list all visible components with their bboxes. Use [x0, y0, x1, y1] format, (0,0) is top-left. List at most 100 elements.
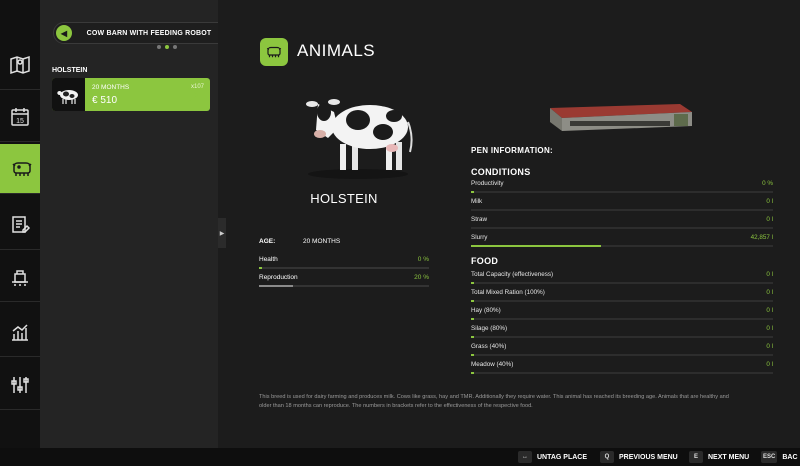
animal-list-item[interactable]: 20 MONTHS € 510 x107 — [52, 78, 210, 111]
hint-label: PREVIOUS MENU — [619, 453, 678, 461]
age-value: 20 MONTHS — [303, 238, 341, 245]
food-row: Silage (80%) 0 l — [471, 325, 773, 338]
previous-menu-hint[interactable]: Q PREVIOUS MENU — [600, 451, 678, 463]
calendar-icon: 15 — [11, 107, 29, 126]
food-bar — [471, 372, 773, 374]
holstein-cow-thumbnail-icon — [56, 89, 78, 104]
food-bar — [471, 300, 773, 302]
hint-label: UNTAG PLACE — [537, 453, 588, 461]
settings-icon — [11, 376, 29, 393]
breed-name: HOLSTEIN — [310, 191, 378, 206]
stat-label: Reproduction — [259, 274, 298, 281]
arrows-key-icon: ↔ — [518, 451, 532, 463]
animal-item-age: 20 MONTHS — [92, 84, 130, 91]
condition-bar — [471, 227, 773, 229]
food-bar — [471, 336, 773, 338]
barn-selector[interactable]: ◀ COW BARN WITH FEEDING ROBOT ▶ — [53, 22, 245, 44]
food-label: Grass (40%) — [471, 343, 507, 350]
menu-rail: 15 — [0, 0, 50, 448]
hint-label: NEXT MENU — [708, 453, 750, 461]
stat-bar — [259, 267, 429, 269]
food-label: Hay (80%) — [471, 307, 501, 314]
animals-section-icon — [260, 38, 288, 66]
animals-menu-button[interactable] — [0, 144, 50, 194]
age-row: AGE: 20 MONTHS — [259, 238, 340, 245]
condition-row: Productivity 0 % — [471, 180, 773, 193]
condition-row: Milk 0 l — [471, 198, 773, 211]
production-menu-button[interactable] — [0, 252, 40, 302]
food-row: Meadow (40%) 0 l — [471, 361, 773, 374]
bar-fill — [471, 245, 601, 247]
food-row: Total Mixed Ration (100%) 0 l — [471, 289, 773, 302]
map-icon — [10, 55, 30, 74]
breed-description: This breed is used for dairy farming and… — [259, 394, 729, 409]
condition-value: 0 l — [766, 216, 773, 223]
condition-value: 0 % — [762, 180, 773, 187]
settings-menu-button[interactable] — [0, 360, 40, 410]
conditions-heading: CONDITIONS — [471, 167, 531, 177]
stat-label: Health — [259, 256, 278, 263]
barn-selector-title: COW BARN WITH FEEDING ROBOT — [86, 29, 212, 37]
condition-bar — [471, 191, 773, 193]
cow-icon — [266, 46, 282, 58]
condition-row: Slurry 42,857 l — [471, 234, 773, 247]
statistics-icon — [12, 323, 28, 341]
condition-label: Productivity — [471, 180, 504, 187]
holstein-cow-image — [306, 99, 413, 179]
contracts-menu-button[interactable] — [0, 200, 40, 250]
condition-bar — [471, 245, 773, 247]
food-label: Total Mixed Ration (100%) — [471, 289, 545, 296]
condition-label: Straw — [471, 216, 488, 223]
q-key-icon: Q — [600, 451, 614, 463]
page-dot[interactable] — [173, 45, 177, 49]
pen-information-heading: PEN INFORMATION: — [471, 146, 553, 155]
bar-fill — [471, 318, 475, 320]
bar-fill — [471, 336, 475, 338]
calendar-menu-button[interactable]: 15 — [0, 92, 40, 142]
food-value: 0 l — [766, 325, 773, 332]
condition-label: Milk — [471, 198, 483, 205]
condition-row: Straw 0 l — [471, 216, 773, 229]
condition-value: 0 l — [766, 198, 773, 205]
production-icon — [12, 269, 28, 286]
stat-bar — [259, 285, 429, 287]
bar-fill — [259, 267, 263, 269]
food-value: 0 l — [766, 271, 773, 278]
condition-value: 42,857 l — [750, 234, 773, 241]
food-label: Total Capacity (effectiveness) — [471, 271, 554, 278]
untag-place-hint[interactable]: ↔ UNTAG PLACE — [518, 451, 587, 463]
stat-value: 20 % — [414, 274, 429, 281]
cow-barn-image — [550, 104, 692, 131]
food-value: 0 l — [766, 361, 773, 368]
back-hint[interactable]: ESC BAC — [761, 451, 798, 463]
food-label: Meadow (40%) — [471, 361, 514, 368]
bar-fill — [471, 282, 475, 284]
bar-fill — [259, 285, 293, 287]
contracts-icon — [12, 215, 31, 233]
expand-panel-handle[interactable]: ▶ — [218, 218, 226, 248]
cow-icon — [12, 161, 32, 176]
section-title: ANIMALS — [297, 41, 376, 60]
input-hints-bar: ↔ UNTAG PLACE Q PREVIOUS MENU E NEXT MEN… — [0, 448, 800, 466]
food-value: 0 l — [766, 307, 773, 314]
animal-item-price: € 510 — [92, 95, 118, 106]
food-heading: FOOD — [471, 256, 499, 266]
food-value: 0 l — [766, 343, 773, 350]
bar-fill — [471, 372, 475, 374]
condition-label: Slurry — [471, 234, 488, 241]
bar-fill — [471, 354, 475, 356]
previous-barn-button[interactable]: ◀ — [56, 25, 72, 41]
e-key-icon: E — [689, 451, 703, 463]
food-label: Silage (80%) — [471, 325, 508, 332]
breed-group-label: HOLSTEIN — [52, 67, 88, 74]
food-bar — [471, 318, 773, 320]
map-menu-button[interactable] — [0, 40, 40, 90]
animal-list-panel: ◀ COW BARN WITH FEEDING ROBOT ▶ HOLSTEIN… — [40, 0, 247, 448]
bar-fill — [471, 191, 475, 193]
statistics-menu-button[interactable] — [0, 307, 40, 357]
page-dot-active[interactable] — [165, 45, 169, 49]
next-menu-hint[interactable]: E NEXT MENU — [689, 451, 749, 463]
condition-bar — [471, 209, 773, 211]
food-bar — [471, 282, 773, 284]
page-dot[interactable] — [157, 45, 161, 49]
